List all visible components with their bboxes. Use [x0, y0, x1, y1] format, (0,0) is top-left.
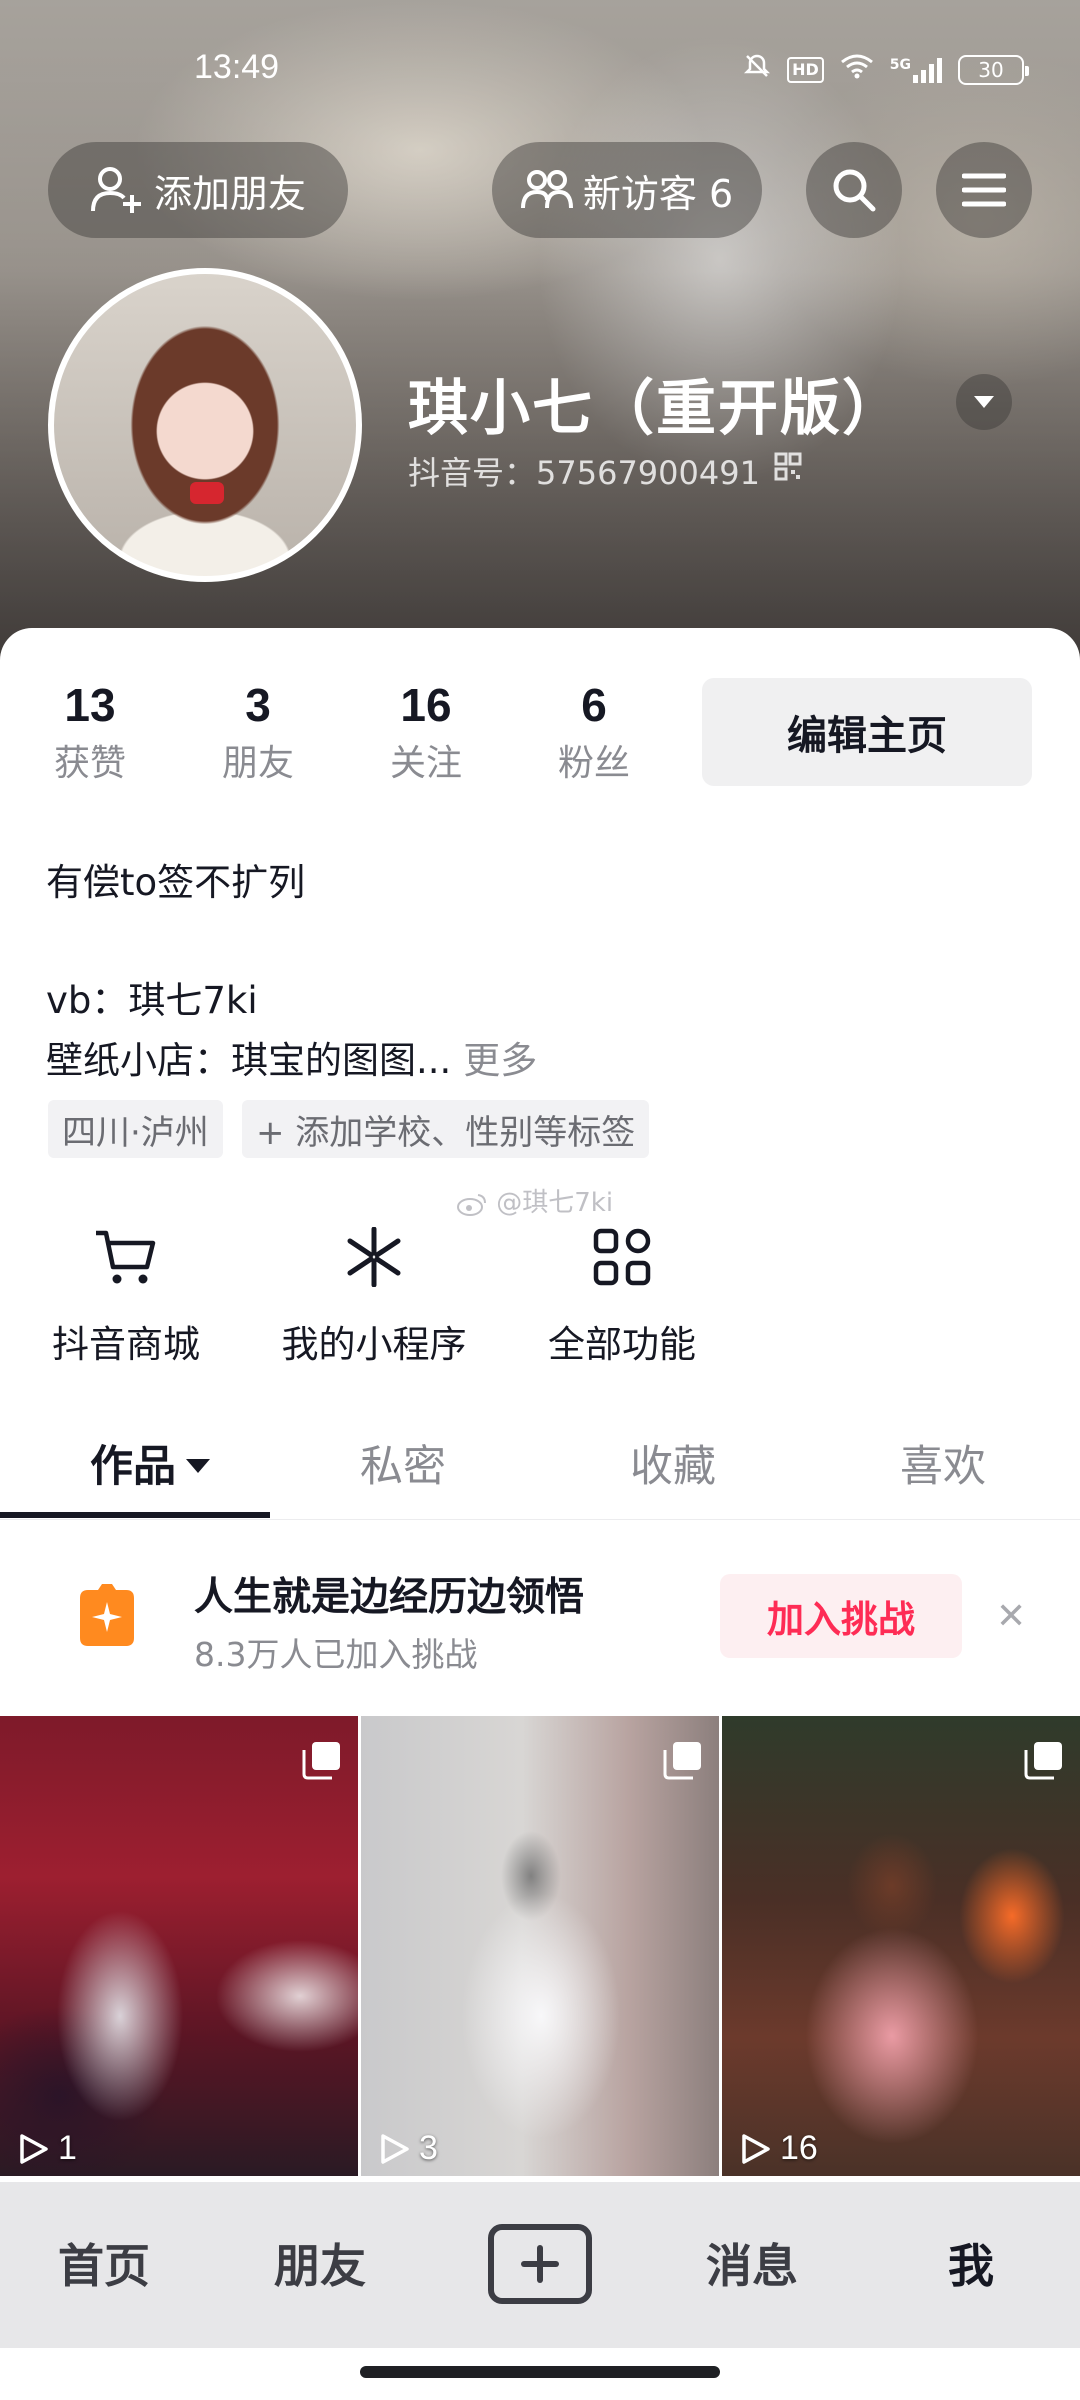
mini-program-button[interactable]: 我的小程序	[274, 1222, 474, 1368]
all-features-label: 全部功能	[548, 1323, 696, 1366]
plus-icon	[521, 2245, 559, 2283]
douyin-id-text: 抖音号：57567900491	[408, 454, 760, 492]
cart-icon	[44, 1222, 208, 1292]
account-switch-button[interactable]	[956, 374, 1012, 430]
network-label: 5G	[889, 56, 911, 73]
video-thumbnail-image	[0, 1716, 358, 2176]
edit-profile-button[interactable]: 编辑主页	[702, 678, 1032, 786]
stat-friends-value: 3	[245, 679, 271, 731]
visitors-icon	[520, 170, 573, 209]
status-bar: 13:49 HD 5G 30	[0, 40, 1080, 100]
stat-following-value: 16	[400, 679, 452, 731]
content-tabs: 作品 私密 收藏 喜欢	[0, 1420, 1080, 1520]
stat-followers[interactable]: 6 粉丝	[534, 678, 654, 786]
new-visitors-button[interactable]: 新访客 6	[492, 142, 762, 238]
multi-image-icon	[663, 1742, 701, 1780]
play-icon	[381, 2133, 409, 2164]
play-count: 3	[379, 2129, 438, 2168]
nav-home[interactable]: 首页	[58, 2230, 150, 2296]
add-friend-icon	[90, 167, 141, 213]
wifi-icon	[840, 53, 874, 86]
video-thumbnail[interactable]: 3	[361, 1716, 719, 2176]
menu-icon	[962, 173, 1006, 207]
bio-line-3[interactable]: 壁纸小店：琪宝的图图... 更多	[46, 1030, 537, 1084]
watermark-text: @琪七7ki	[496, 1188, 614, 1218]
add-friend-label: 添加朋友	[153, 171, 306, 216]
qr-code-icon[interactable]	[774, 452, 802, 490]
video-thumbnail[interactable]: 1	[0, 1716, 358, 2176]
stat-following-label: 关注	[389, 743, 462, 784]
create-button[interactable]	[488, 2224, 592, 2304]
douyin-mall-label: 抖音商城	[52, 1323, 200, 1366]
caret-down-icon	[186, 1458, 210, 1473]
avatar-bow	[190, 482, 224, 504]
nav-messages[interactable]: 消息	[706, 2230, 798, 2296]
add-friend-button[interactable]: 添加朋友	[48, 142, 348, 238]
add-tags-button[interactable]: + 添加学校、性别等标签	[242, 1100, 650, 1158]
stat-likes-value: 13	[64, 679, 116, 731]
hd-icon: HD	[787, 56, 824, 83]
multi-image-icon	[302, 1742, 340, 1780]
location-tag[interactable]: 四川·泸州	[48, 1100, 223, 1158]
profile-name: 琪小七（重开版）	[408, 374, 904, 444]
status-icons: HD 5G 30	[743, 52, 1029, 87]
signal-icon: 5G	[890, 57, 942, 83]
play-count-value: 16	[780, 2129, 818, 2167]
play-count: 1	[18, 2129, 77, 2168]
grid-icon	[540, 1222, 704, 1292]
watermark: @琪七7ki	[456, 1182, 613, 1219]
video-thumbnail[interactable]: 16	[722, 1716, 1080, 2176]
tab-active-indicator	[0, 1512, 270, 1518]
stat-followers-label: 粉丝	[557, 743, 630, 784]
menu-button[interactable]	[936, 142, 1032, 238]
stat-friends-label: 朋友	[221, 743, 294, 784]
challenge-subtitle: 8.3万人已加入挑战	[194, 1635, 478, 1674]
stat-likes-label: 获赞	[53, 743, 126, 784]
close-icon[interactable]: ✕	[996, 1596, 1026, 1637]
douyin-mall-button[interactable]: 抖音商城	[44, 1222, 208, 1368]
play-count-value: 3	[419, 2129, 438, 2167]
play-count: 16	[740, 2129, 818, 2168]
bio-line-2: vb：琪七7ki	[46, 979, 258, 1022]
bio-line-1: 有偿to签不扩列	[46, 861, 306, 904]
home-indicator[interactable]	[360, 2366, 720, 2378]
all-features-button[interactable]: 全部功能	[540, 1222, 704, 1368]
battery-icon: 30	[958, 54, 1029, 85]
mute-icon	[743, 52, 771, 87]
douyin-id[interactable]: 抖音号：57567900491	[408, 448, 802, 494]
mini-program-label: 我的小程序	[281, 1323, 467, 1366]
new-visitors-label: 新访客 6	[582, 171, 734, 216]
bottom-nav: 首页 朋友 消息 我	[0, 2182, 1080, 2348]
bio-line-3-text: 壁纸小店：琪宝的图图...	[46, 1039, 452, 1082]
nav-friends[interactable]: 朋友	[274, 2230, 366, 2296]
stat-friends[interactable]: 3 朋友	[198, 678, 318, 786]
multi-image-icon	[1024, 1742, 1062, 1780]
nav-me[interactable]: 我	[948, 2230, 994, 2296]
tab-favorites[interactable]: 收藏	[630, 1432, 716, 1494]
video-thumbnail-image	[361, 1716, 719, 2176]
weibo-icon	[457, 1193, 486, 1216]
tab-works[interactable]: 作品	[90, 1432, 210, 1494]
challenge-title[interactable]: 人生就是边经历边领悟	[194, 1566, 584, 1622]
search-icon	[833, 169, 876, 212]
stat-followers-value: 6	[581, 679, 607, 731]
tab-works-label: 作品	[90, 1442, 176, 1492]
stat-likes[interactable]: 13 获赞	[30, 678, 150, 786]
play-count-value: 1	[58, 2129, 77, 2167]
search-button[interactable]	[806, 142, 902, 238]
tab-private[interactable]: 私密	[360, 1432, 446, 1494]
play-icon	[20, 2133, 48, 2164]
video-thumbnail-image	[722, 1716, 1080, 2176]
chevron-down-icon	[974, 396, 994, 408]
play-icon	[742, 2133, 770, 2164]
mini-program-icon	[274, 1222, 474, 1292]
stat-following[interactable]: 16 关注	[366, 678, 486, 786]
status-time: 13:49	[194, 48, 280, 86]
bio-more-link[interactable]: 更多	[463, 1039, 537, 1082]
challenge-icon	[72, 1584, 142, 1650]
tab-likes[interactable]: 喜欢	[900, 1432, 986, 1494]
avatar[interactable]	[48, 268, 362, 582]
join-challenge-button[interactable]: 加入挑战	[720, 1574, 962, 1658]
